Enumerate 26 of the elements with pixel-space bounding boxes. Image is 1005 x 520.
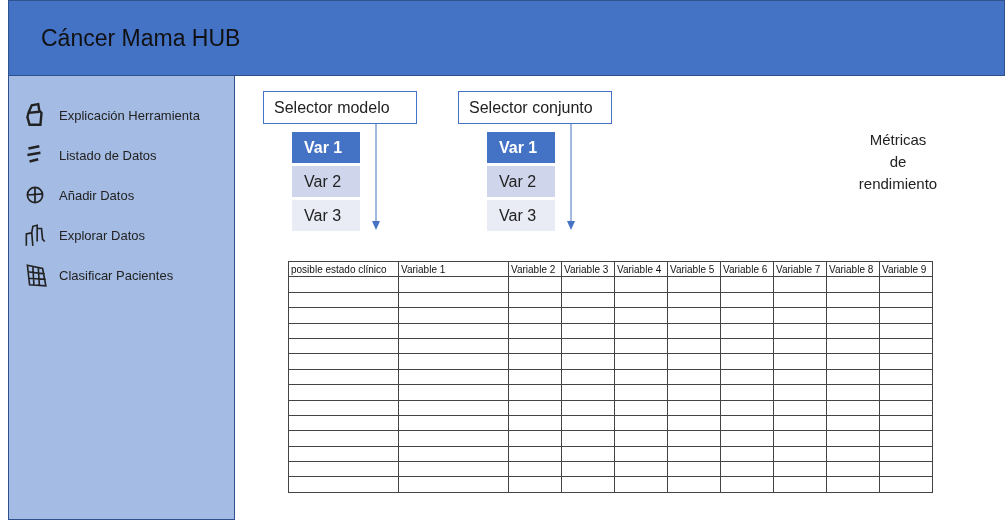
column-header: Variable 3 bbox=[561, 261, 615, 277]
column-header: Variable 4 bbox=[614, 261, 668, 277]
buildings-icon bbox=[23, 222, 47, 248]
option-item[interactable]: Var 2 bbox=[292, 166, 360, 197]
column-header: Variable 8 bbox=[826, 261, 880, 277]
option-item[interactable]: Var 1 bbox=[292, 132, 360, 163]
sidebar-item[interactable]: Clasificar Pacientes bbox=[23, 262, 234, 288]
column-header: Variable 6 bbox=[720, 261, 774, 277]
column-header: Variable 2 bbox=[508, 261, 562, 277]
selector-box[interactable]: Selector modelo bbox=[263, 91, 417, 124]
sidebar-item[interactable]: Explicación Herramienta bbox=[23, 102, 234, 128]
option-item[interactable]: Var 3 bbox=[292, 200, 360, 231]
selector-box[interactable]: Selector conjunto bbox=[458, 91, 612, 124]
column-header: Variable 9 bbox=[879, 261, 933, 277]
sidebar-item[interactable]: Explorar Datos bbox=[23, 222, 234, 248]
column-header: Variable 1 bbox=[398, 261, 509, 277]
option-item[interactable]: Var 2 bbox=[487, 166, 555, 197]
option-item[interactable]: Var 3 bbox=[487, 200, 555, 231]
column-header: posible estado clínico bbox=[288, 261, 399, 277]
sidebar-item[interactable]: Listado de Datos bbox=[23, 142, 234, 168]
sidebar-item[interactable]: Añadir Datos bbox=[23, 182, 234, 208]
app-title: Cáncer Mama HUB bbox=[41, 24, 241, 52]
metrics-label: Métricas de rendimiento bbox=[857, 130, 939, 194]
column-header: Variable 5 bbox=[667, 261, 721, 277]
column-header: Variable 7 bbox=[773, 261, 827, 277]
option-item[interactable]: Var 1 bbox=[487, 132, 555, 163]
